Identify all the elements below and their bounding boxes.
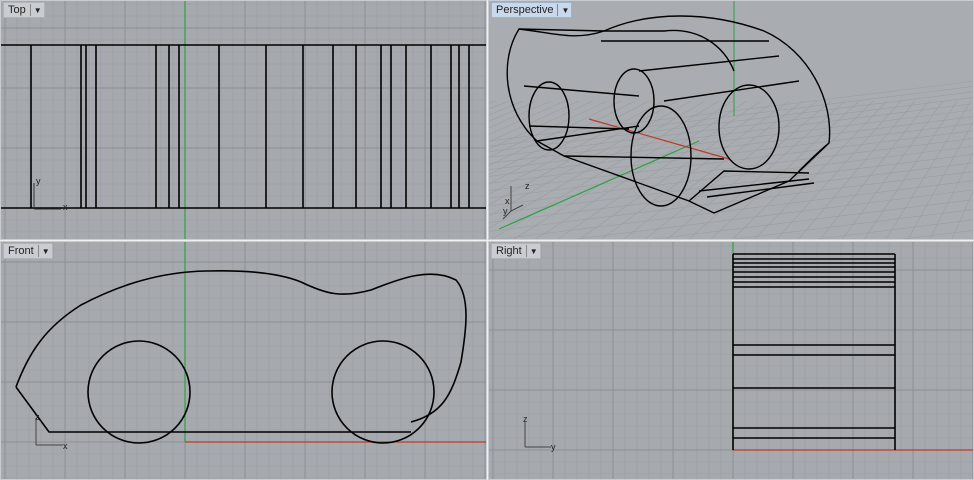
tab-top[interactable]: Top ▼ xyxy=(3,2,45,18)
right-grid xyxy=(489,242,973,479)
car-perspective-wireframe xyxy=(506,15,831,214)
dropdown-arrow-icon[interactable]: ▼ xyxy=(32,3,44,17)
tab-perspective-label: Perspective xyxy=(496,4,559,16)
tab-right-label: Right xyxy=(496,245,527,257)
axis-label-z: z xyxy=(523,414,528,424)
right-canvas: z y xyxy=(489,242,973,479)
axis-label-y: y xyxy=(551,442,556,452)
viewport-right[interactable]: z y Right ▼ xyxy=(488,241,974,480)
front-grid xyxy=(1,242,486,479)
axis-label-y: y xyxy=(36,176,41,186)
tab-perspective[interactable]: Perspective ▼ xyxy=(491,2,573,18)
tab-front-label: Front xyxy=(8,245,39,257)
viewport-top[interactable]: y x Top ▼ xyxy=(0,0,487,240)
axis-label-x: x xyxy=(505,196,510,206)
viewport-perspective[interactable]: z x y Perspective ▼ xyxy=(488,0,974,240)
dropdown-arrow-icon[interactable]: ▼ xyxy=(528,244,540,258)
car-top-outline xyxy=(1,44,486,209)
tab-right[interactable]: Right ▼ xyxy=(491,243,541,259)
tab-top-label: Top xyxy=(8,4,31,16)
top-canvas: y x xyxy=(1,1,486,239)
car-front-profile xyxy=(15,269,467,444)
dropdown-arrow-icon[interactable]: ▼ xyxy=(559,3,571,17)
perspective-canvas: z x y xyxy=(489,1,973,239)
axis-label-z: z xyxy=(525,181,530,191)
axis-label-x: x xyxy=(63,441,68,451)
tab-front[interactable]: Front ▼ xyxy=(3,243,53,259)
viewport-front[interactable]: z x Front ▼ xyxy=(0,241,487,480)
axis-label-y: y xyxy=(503,206,508,216)
dropdown-arrow-icon[interactable]: ▼ xyxy=(40,244,52,258)
top-grid xyxy=(1,1,486,239)
axis-label-x: x xyxy=(63,202,68,212)
axis-label-z: z xyxy=(35,412,40,422)
front-canvas: z x xyxy=(1,242,486,479)
